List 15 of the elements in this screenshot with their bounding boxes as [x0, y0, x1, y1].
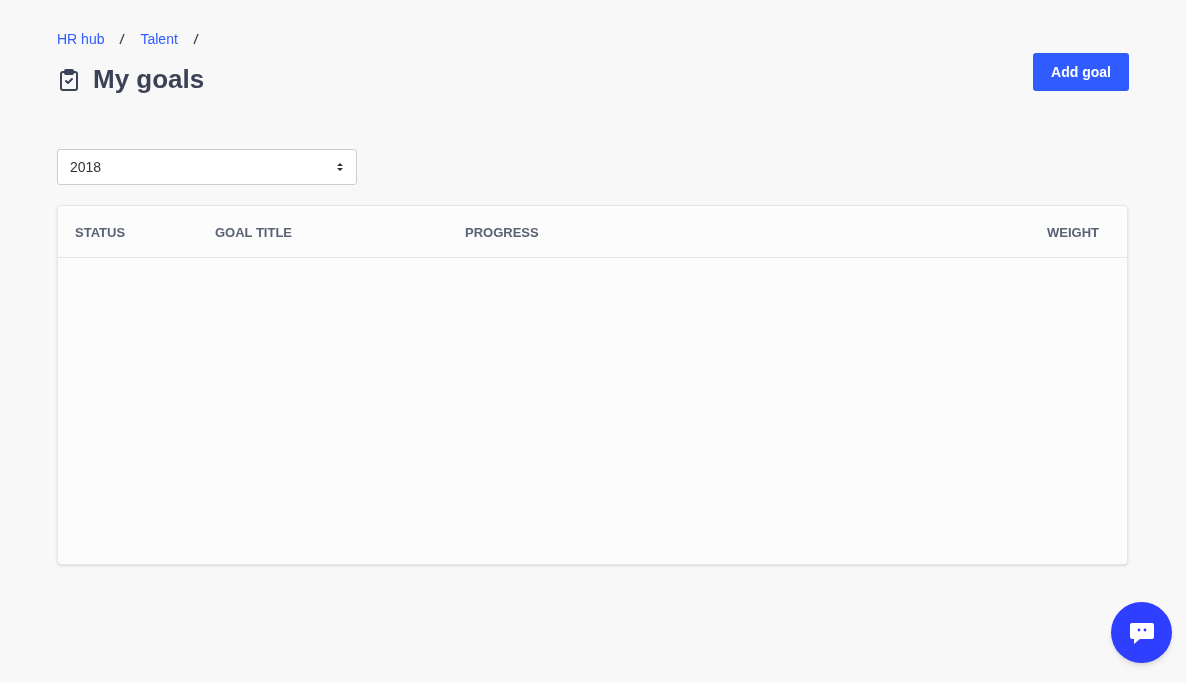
- column-header: STATUS: [75, 224, 126, 240]
- breadcrumb-link[interactable]: Talent: [140, 28, 178, 50]
- year-select[interactable]: 2018: [57, 149, 357, 185]
- sort-caret-icon: [336, 161, 344, 173]
- breadcrumb-link[interactable]: HR hub: [57, 28, 105, 50]
- column-header: PROGRESS: [465, 224, 539, 240]
- chat-button[interactable]: [1111, 602, 1172, 663]
- add-goal-button[interactable]: Add goal: [1033, 53, 1129, 91]
- clipboard-check-icon: [57, 67, 81, 92]
- column-header: WEIGHT: [1047, 224, 1099, 240]
- chat-bubble-icon: [1128, 620, 1155, 645]
- slash-icon: [118, 33, 127, 45]
- slash-icon: [191, 33, 200, 45]
- page-title: My goals: [93, 63, 205, 96]
- column-header: GOAL TITLE: [215, 224, 293, 240]
